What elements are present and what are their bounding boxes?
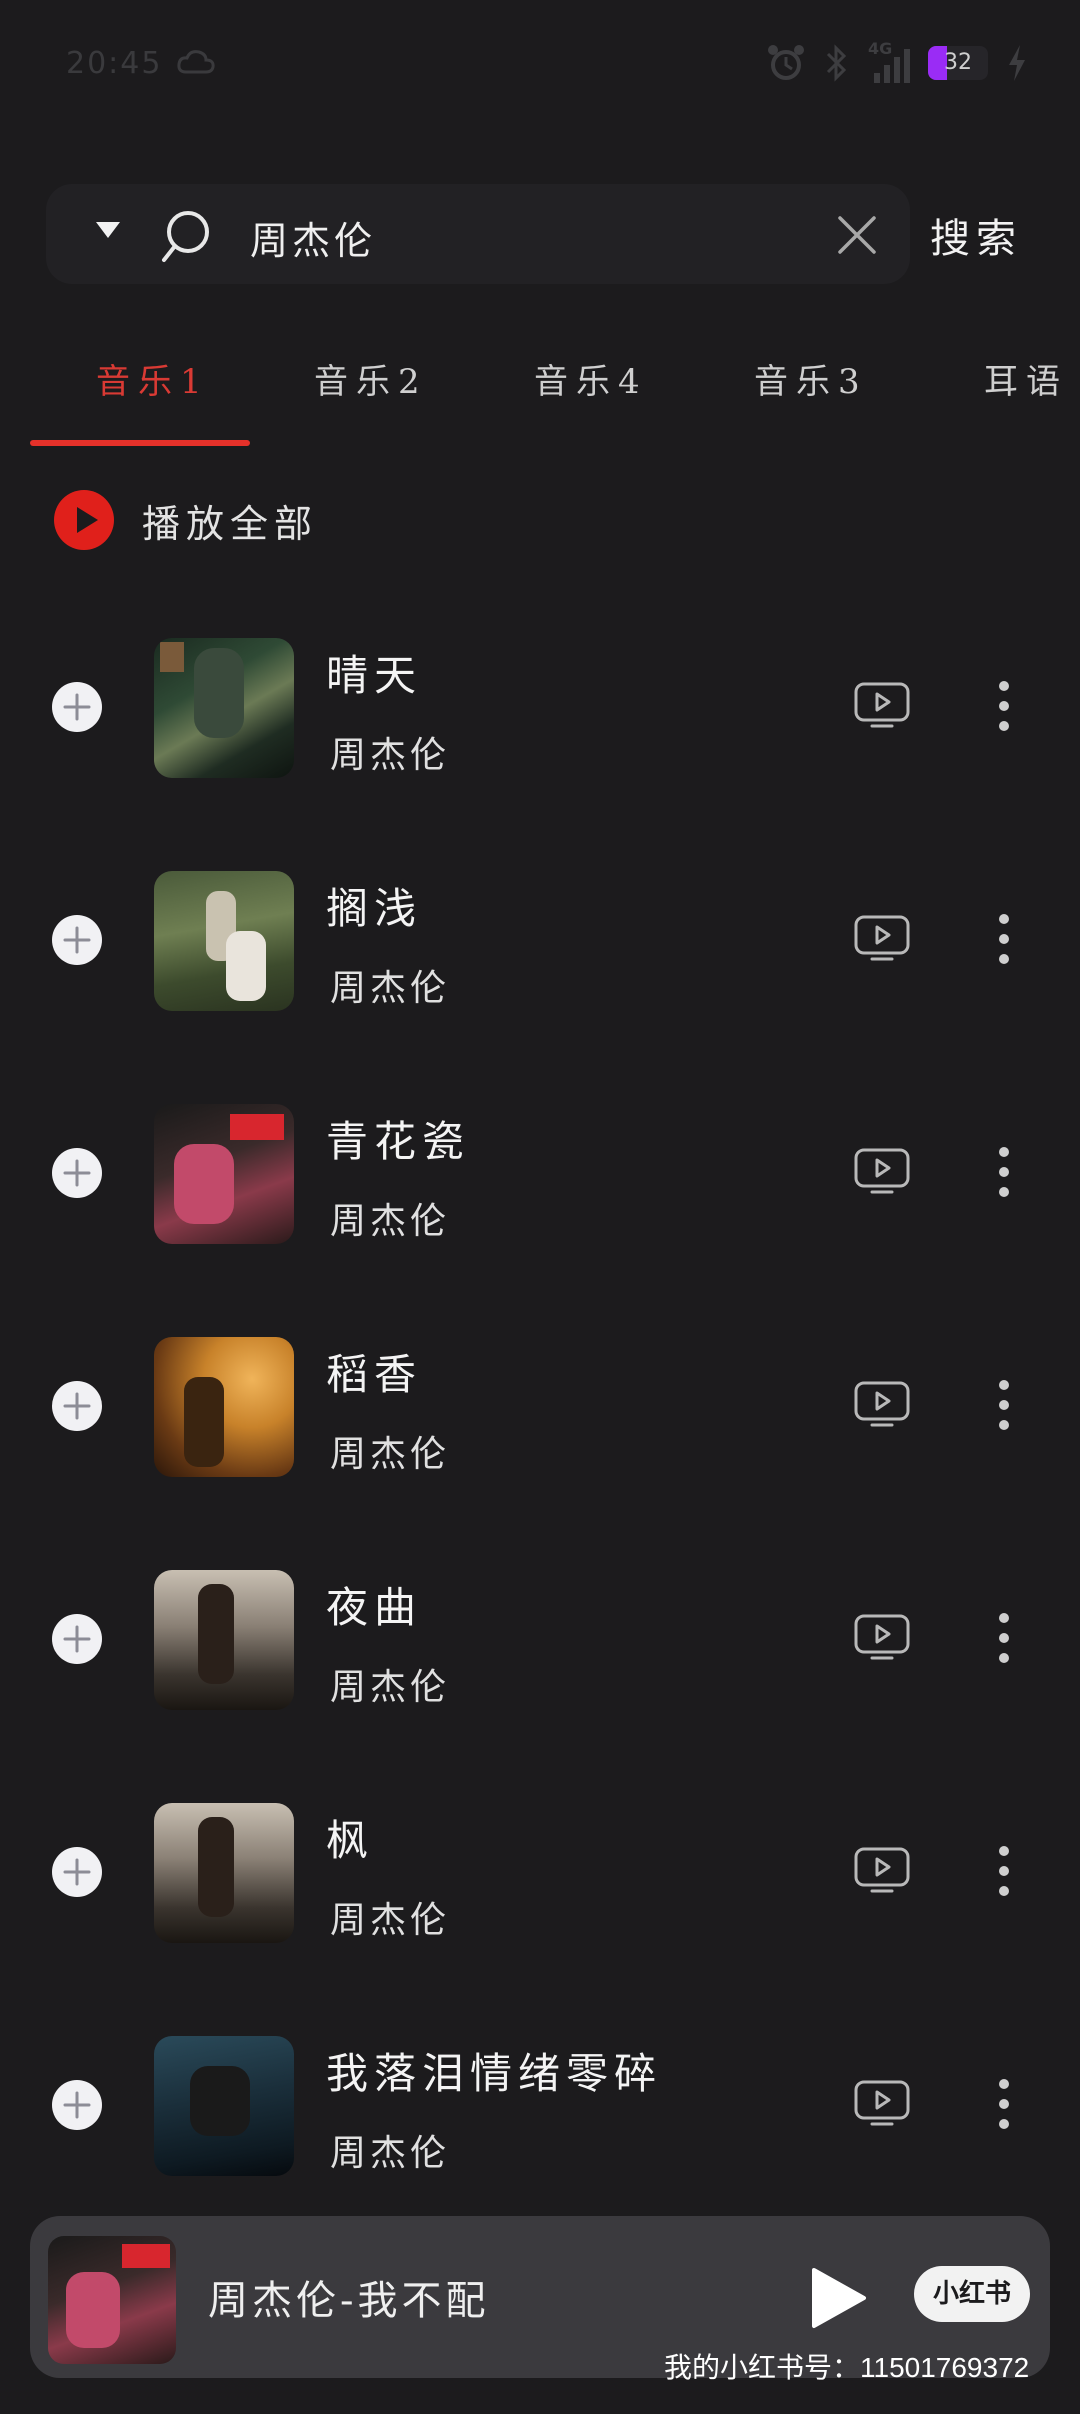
more-options-icon[interactable] [982, 1377, 1026, 1433]
more-options-icon[interactable] [982, 678, 1026, 734]
play-all-button[interactable]: 播放全部 [54, 490, 318, 550]
song-title: 我落泪情绪零碎 [326, 2049, 663, 2098]
search-bar: 周杰伦 [46, 184, 910, 284]
album-cover [154, 1803, 294, 1943]
play-icon[interactable] [808, 2266, 868, 2330]
song-title: 夜曲 [326, 1583, 423, 1632]
song-row[interactable]: 搁浅 周杰伦 [0, 861, 1080, 1094]
album-cover [154, 1570, 294, 1710]
song-artist: 周杰伦 [330, 1201, 451, 1242]
bluetooth-icon [826, 44, 847, 82]
xiaohongshu-logo: 小红书 [914, 2266, 1030, 2322]
status-icons: 4G 32 [766, 38, 1028, 88]
song-row[interactable]: 青花瓷 周杰伦 [0, 1094, 1080, 1327]
category-tabs: 音乐1 音乐2 音乐4 音乐3 耳语 [0, 340, 1080, 450]
more-options-icon[interactable] [982, 2076, 1026, 2132]
tab-music-1[interactable]: 音乐1 [96, 354, 210, 403]
add-icon[interactable] [52, 1614, 102, 1664]
song-title: 晴天 [326, 651, 423, 700]
mv-video-icon[interactable] [854, 1614, 910, 1660]
song-artist: 周杰伦 [330, 2133, 451, 2174]
song-artist: 周杰伦 [330, 735, 451, 776]
tab-music-3[interactable]: 音乐3 [754, 354, 868, 403]
mv-video-icon[interactable] [854, 2080, 910, 2126]
add-icon[interactable] [52, 2080, 102, 2130]
mv-video-icon[interactable] [854, 1148, 910, 1194]
album-cover [154, 1337, 294, 1477]
add-icon[interactable] [52, 915, 102, 965]
clear-icon[interactable] [836, 214, 878, 256]
now-playing-cover [48, 2236, 176, 2364]
network-type: 4G [868, 39, 893, 58]
tab-whisper[interactable]: 耳语 [984, 354, 1068, 403]
more-options-icon[interactable] [982, 1610, 1026, 1666]
dropdown-arrow-icon[interactable] [96, 222, 120, 238]
mv-video-icon[interactable] [854, 1847, 910, 1893]
search-icon [162, 211, 209, 262]
play-all-label: 播放全部 [142, 501, 319, 546]
tab-music-2[interactable]: 音乐2 [314, 354, 428, 403]
mv-video-icon[interactable] [854, 915, 910, 961]
song-title: 青花瓷 [326, 1117, 471, 1166]
album-cover [154, 638, 294, 778]
play-circle-icon [54, 490, 114, 550]
mv-video-icon[interactable] [854, 682, 910, 728]
song-row[interactable]: 稻香 周杰伦 [0, 1327, 1080, 1560]
more-options-icon[interactable] [982, 911, 1026, 967]
status-bar: 20:45 4G 32 [0, 0, 1080, 130]
add-icon[interactable] [52, 1381, 102, 1431]
album-cover [154, 1104, 294, 1244]
tab-music-4[interactable]: 音乐4 [534, 354, 648, 403]
search-input[interactable]: 周杰伦 [250, 210, 376, 265]
status-time: 20:45 [66, 46, 163, 81]
song-row[interactable]: 晴天 周杰伦 [0, 628, 1080, 861]
song-title: 稻香 [326, 1350, 423, 1399]
add-icon[interactable] [52, 682, 102, 732]
song-title: 枫 [326, 1816, 375, 1865]
song-list: 晴天 周杰伦 搁浅 周杰伦 青花瓷 周杰伦 稻香 周杰伦 夜曲 周杰伦 枫 周杰… [0, 628, 1080, 2259]
song-artist: 周杰伦 [330, 1667, 451, 1708]
song-artist: 周杰伦 [330, 968, 451, 1009]
more-options-icon[interactable] [982, 1144, 1026, 1200]
watermark-text: 我的小红书号：11501769372 [664, 2352, 1030, 2383]
tab-active-indicator [30, 440, 250, 446]
cloud-icon [177, 50, 215, 74]
song-title: 搁浅 [326, 884, 423, 933]
song-row[interactable]: 枫 周杰伦 [0, 1793, 1080, 2026]
add-icon[interactable] [52, 1148, 102, 1198]
song-row[interactable]: 夜曲 周杰伦 [0, 1560, 1080, 1793]
battery-text: 32 [944, 50, 972, 75]
more-options-icon[interactable] [982, 1843, 1026, 1899]
now-playing-title: 周杰伦-我不配 [208, 2278, 490, 2324]
album-cover [154, 871, 294, 1011]
search-button[interactable]: 搜索 [930, 206, 1022, 264]
song-artist: 周杰伦 [330, 1900, 451, 1941]
charging-icon [1009, 45, 1025, 81]
song-artist: 周杰伦 [330, 1434, 451, 1475]
add-icon[interactable] [52, 1847, 102, 1897]
alarm-icon [768, 45, 804, 80]
album-cover [154, 2036, 294, 2176]
mv-video-icon[interactable] [854, 1381, 910, 1427]
signal-indicator: 4G [868, 39, 910, 83]
battery-indicator: 32 [928, 46, 988, 80]
